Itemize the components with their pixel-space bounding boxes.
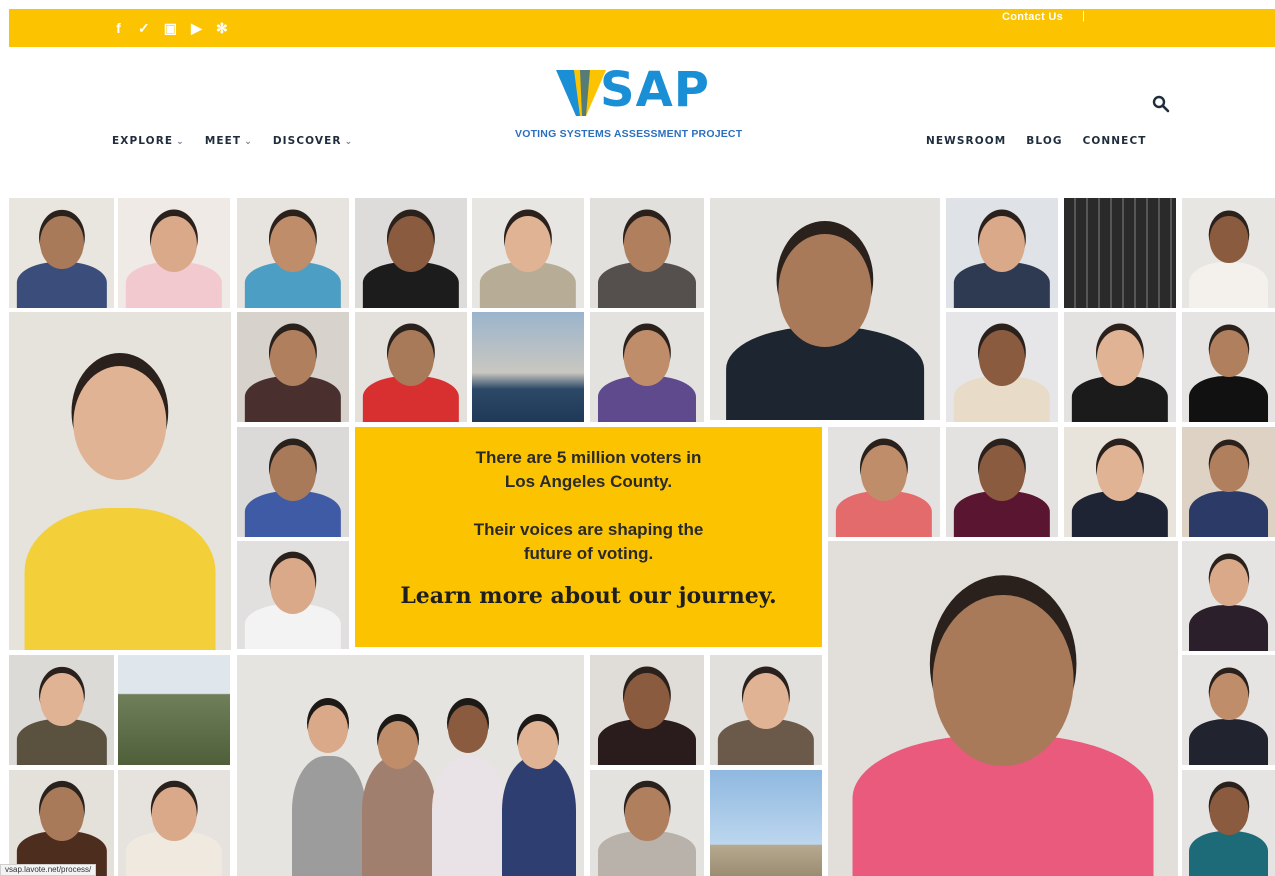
- portrait-photo[interactable]: [118, 655, 230, 765]
- instagram-icon[interactable]: ▣: [164, 18, 177, 38]
- portrait-photo[interactable]: [9, 655, 114, 765]
- social-links: f ✓ ▣ ▶ ✻: [113, 18, 228, 38]
- nav-explore[interactable]: EXPLORE ⌄: [112, 135, 185, 147]
- portrait-photo[interactable]: [710, 770, 822, 876]
- vsap-logo[interactable]: SAP: [556, 62, 746, 120]
- chevron-down-icon: ⌄: [244, 137, 253, 147]
- topbar-separator: |: [1082, 10, 1085, 22]
- portrait-photo[interactable]: [237, 312, 349, 422]
- portrait-photo[interactable]: [710, 198, 940, 420]
- portrait-photo[interactable]: [710, 655, 822, 765]
- portrait-photo[interactable]: [237, 198, 349, 308]
- nav-blog[interactable]: BLOG: [1026, 135, 1062, 147]
- portrait-photo[interactable]: [237, 427, 349, 537]
- main-nav-right: NEWSROOM BLOG CONNECT: [926, 135, 1147, 147]
- portrait-photo[interactable]: [590, 198, 704, 308]
- portrait-photo[interactable]: [9, 198, 114, 308]
- portrait-photo[interactable]: [1064, 312, 1176, 422]
- portrait-photo[interactable]: [590, 770, 704, 876]
- youtube-icon[interactable]: ▶: [191, 18, 202, 38]
- portrait-photo[interactable]: [946, 312, 1058, 422]
- nav-newsroom[interactable]: NEWSROOM: [926, 135, 1006, 147]
- voters-callout: There are 5 million voters in Los Angele…: [355, 427, 822, 647]
- yelp-icon[interactable]: ✻: [216, 18, 228, 38]
- portrait-photo[interactable]: [237, 541, 349, 649]
- portrait-photo[interactable]: [590, 655, 704, 765]
- callout-line-2: Los Angeles County.: [504, 472, 673, 491]
- portrait-photo[interactable]: [1064, 427, 1176, 537]
- callout-line-4: future of voting.: [523, 544, 654, 563]
- portrait-photo[interactable]: [118, 770, 230, 876]
- portrait-photo[interactable]: [472, 198, 584, 308]
- search-icon[interactable]: [1152, 95, 1170, 113]
- portrait-photo[interactable]: [1182, 427, 1275, 537]
- portrait-photo[interactable]: [1064, 198, 1176, 308]
- status-bar-url: vsap.lavote.net/process/: [0, 864, 97, 876]
- learn-more-link[interactable]: Learn more about our journey.: [355, 584, 822, 608]
- callout-line-3: Their voices are shaping the: [473, 520, 704, 539]
- nav-meet-label: MEET: [204, 135, 242, 147]
- portrait-photo[interactable]: [946, 427, 1058, 537]
- portrait-photo[interactable]: [1182, 655, 1275, 765]
- portrait-photo[interactable]: [237, 655, 584, 876]
- portrait-photo[interactable]: [1182, 312, 1275, 422]
- chevron-down-icon: ⌄: [344, 137, 354, 147]
- callout-line-1: There are 5 million voters in: [475, 448, 702, 467]
- nav-meet[interactable]: MEET ⌄: [205, 135, 253, 147]
- nav-discover[interactable]: DISCOVER ⌄: [273, 135, 353, 147]
- portrait-photo[interactable]: [1182, 541, 1275, 651]
- portrait-photo[interactable]: [590, 312, 704, 422]
- nav-explore-label: EXPLORE: [112, 135, 174, 147]
- portrait-photo[interactable]: [828, 427, 940, 537]
- portrait-photo[interactable]: [9, 312, 231, 650]
- top-bar: f ✓ ▣ ▶ ✻: [9, 9, 1275, 47]
- portrait-photo[interactable]: [1182, 198, 1275, 308]
- portrait-photo[interactable]: [946, 198, 1058, 308]
- portrait-photo[interactable]: [355, 312, 467, 422]
- chevron-down-icon: ⌄: [176, 137, 185, 147]
- facebook-icon[interactable]: f: [113, 18, 124, 38]
- portrait-photo[interactable]: [472, 312, 584, 422]
- contact-us-link[interactable]: Contact Us: [1002, 11, 1063, 23]
- nav-connect[interactable]: CONNECT: [1083, 135, 1147, 147]
- portrait-photo[interactable]: [118, 198, 230, 308]
- main-nav-left: EXPLORE ⌄ MEET ⌄ DISCOVER ⌄: [112, 135, 353, 147]
- nav-discover-label: DISCOVER: [272, 135, 342, 147]
- portrait-photo[interactable]: [355, 198, 467, 308]
- portrait-photo[interactable]: [828, 541, 1178, 876]
- twitter-icon[interactable]: ✓: [138, 18, 150, 38]
- logo-v-mark-icon: [556, 70, 606, 116]
- portrait-photo[interactable]: [1182, 770, 1275, 876]
- logo-wordmark: SAP: [600, 62, 710, 118]
- logo-subtitle: VOTING SYSTEMS ASSESSMENT PROJECT: [515, 128, 743, 140]
- portrait-photo[interactable]: [9, 770, 114, 876]
